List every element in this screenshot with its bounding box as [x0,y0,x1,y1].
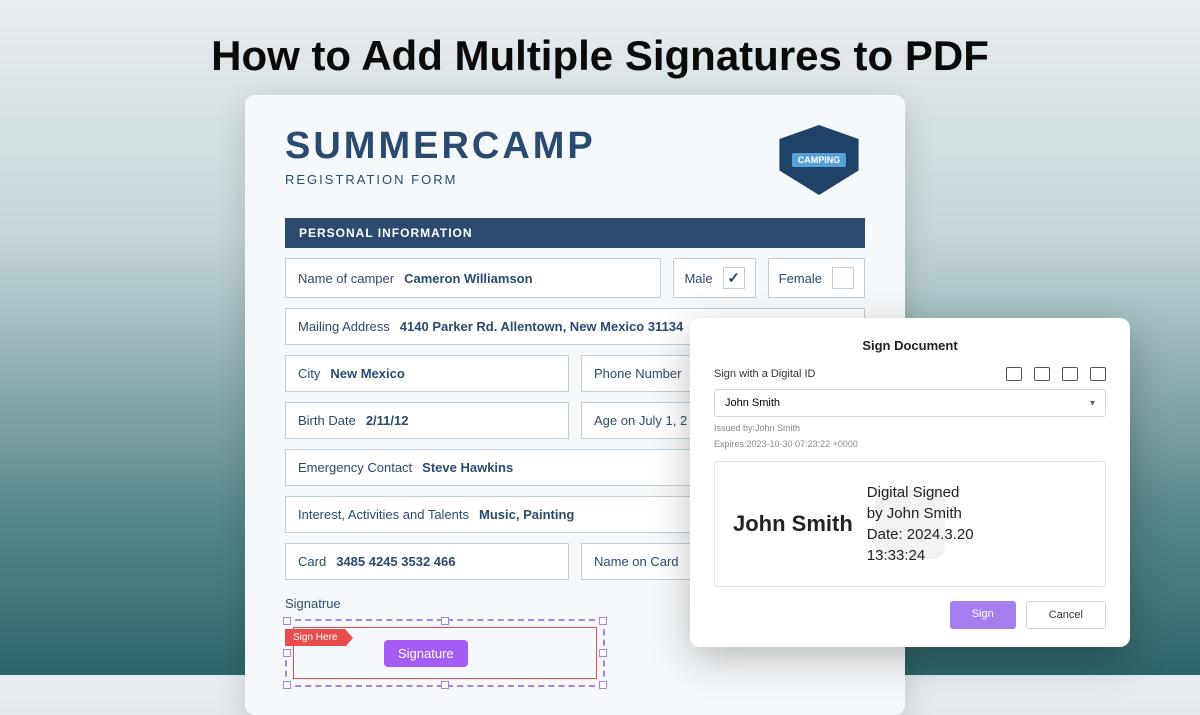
sign-button[interactable]: Sign [950,601,1016,629]
card-value: 3485 4245 3532 466 [336,554,455,569]
birth-field[interactable]: Birth Date 2/11/12 [285,402,569,439]
sign-document-dialog: Sign Document Sign with a Digital ID Joh… [690,318,1130,647]
age-label: Age on July 1, 2 [594,413,687,428]
interest-label: Interest, Activities and Talents [298,507,469,522]
camping-logo: CAMPING [775,125,865,200]
name-field[interactable]: Name of camper Cameron Williamson [285,258,661,298]
resize-handle[interactable] [599,617,607,625]
birth-label: Birth Date [298,413,356,428]
male-checkbox[interactable]: ✓ [723,267,745,289]
resize-handle[interactable] [283,617,291,625]
male-label: Male [684,271,712,286]
expires: Expires:2023-10-30 07:23:22 +0000 [714,439,1106,449]
emergency-value: Steve Hawkins [422,460,513,475]
card-field[interactable]: Card 3485 4245 3532 466 [285,543,569,580]
issued-by: Issued by:John Smith [714,423,1106,433]
card-label: Card [298,554,326,569]
name-on-card-label: Name on Card [594,554,679,569]
page-title: How to Add Multiple Signatures to PDF [0,32,1200,80]
name-value: Cameron Williamson [404,271,532,286]
tool-icon[interactable] [1090,367,1106,381]
preview-line: by John Smith [867,503,974,524]
digital-id-select[interactable]: John Smith [714,389,1106,417]
form-subtitle: REGISTRATION FORM [285,172,596,187]
name-label: Name of camper [298,271,394,286]
interest-value: Music, Painting [479,507,574,522]
tool-icon[interactable] [1006,367,1022,381]
dialog-tools [1006,367,1106,381]
preview-info: Digital Signed by John Smith Date: 2024.… [867,482,974,566]
phone-label: Phone Number [594,366,681,381]
resize-handle[interactable] [441,681,449,689]
preview-name: John Smith [733,511,853,537]
resize-handle[interactable] [283,681,291,689]
preview-line: 13:33:24 [867,545,974,566]
refresh-icon[interactable] [1062,367,1078,381]
mailing-value: 4140 Parker Rd. Allentown, New Mexico 31… [400,319,683,334]
resize-handle[interactable] [599,681,607,689]
female-label: Female [779,271,822,286]
dialog-subtitle: Sign with a Digital ID [714,368,816,380]
signature-container[interactable]: Sign Here Signature [285,619,605,687]
birth-value: 2/11/12 [366,413,409,428]
signature-preview: John Smith Digital Signed by John Smith … [714,461,1106,587]
section-header: PERSONAL INFORMATION [285,218,865,248]
resize-handle[interactable] [599,649,607,657]
female-option[interactable]: Female [768,258,865,298]
city-label: City [298,366,320,381]
female-checkbox[interactable] [832,267,854,289]
sign-here-tag: Sign Here [285,629,345,646]
preview-line: Date: 2024.3.20 [867,524,974,545]
dialog-title: Sign Document [714,338,1106,353]
male-option[interactable]: Male ✓ [673,258,755,298]
city-value: New Mexico [330,366,404,381]
preview-line: Digital Signed [867,482,974,503]
signature-pill[interactable]: Signature [384,640,468,667]
cancel-button[interactable]: Cancel [1026,601,1106,629]
city-field[interactable]: City New Mexico [285,355,569,392]
logo-badge: CAMPING [792,153,847,167]
tool-icon[interactable] [1034,367,1050,381]
selected-id: John Smith [725,397,780,409]
resize-handle[interactable] [441,617,449,625]
emergency-label: Emergency Contact [298,460,412,475]
resize-handle[interactable] [283,649,291,657]
mailing-label: Mailing Address [298,319,390,334]
brand-title: SUMMERCAMP [285,125,596,168]
